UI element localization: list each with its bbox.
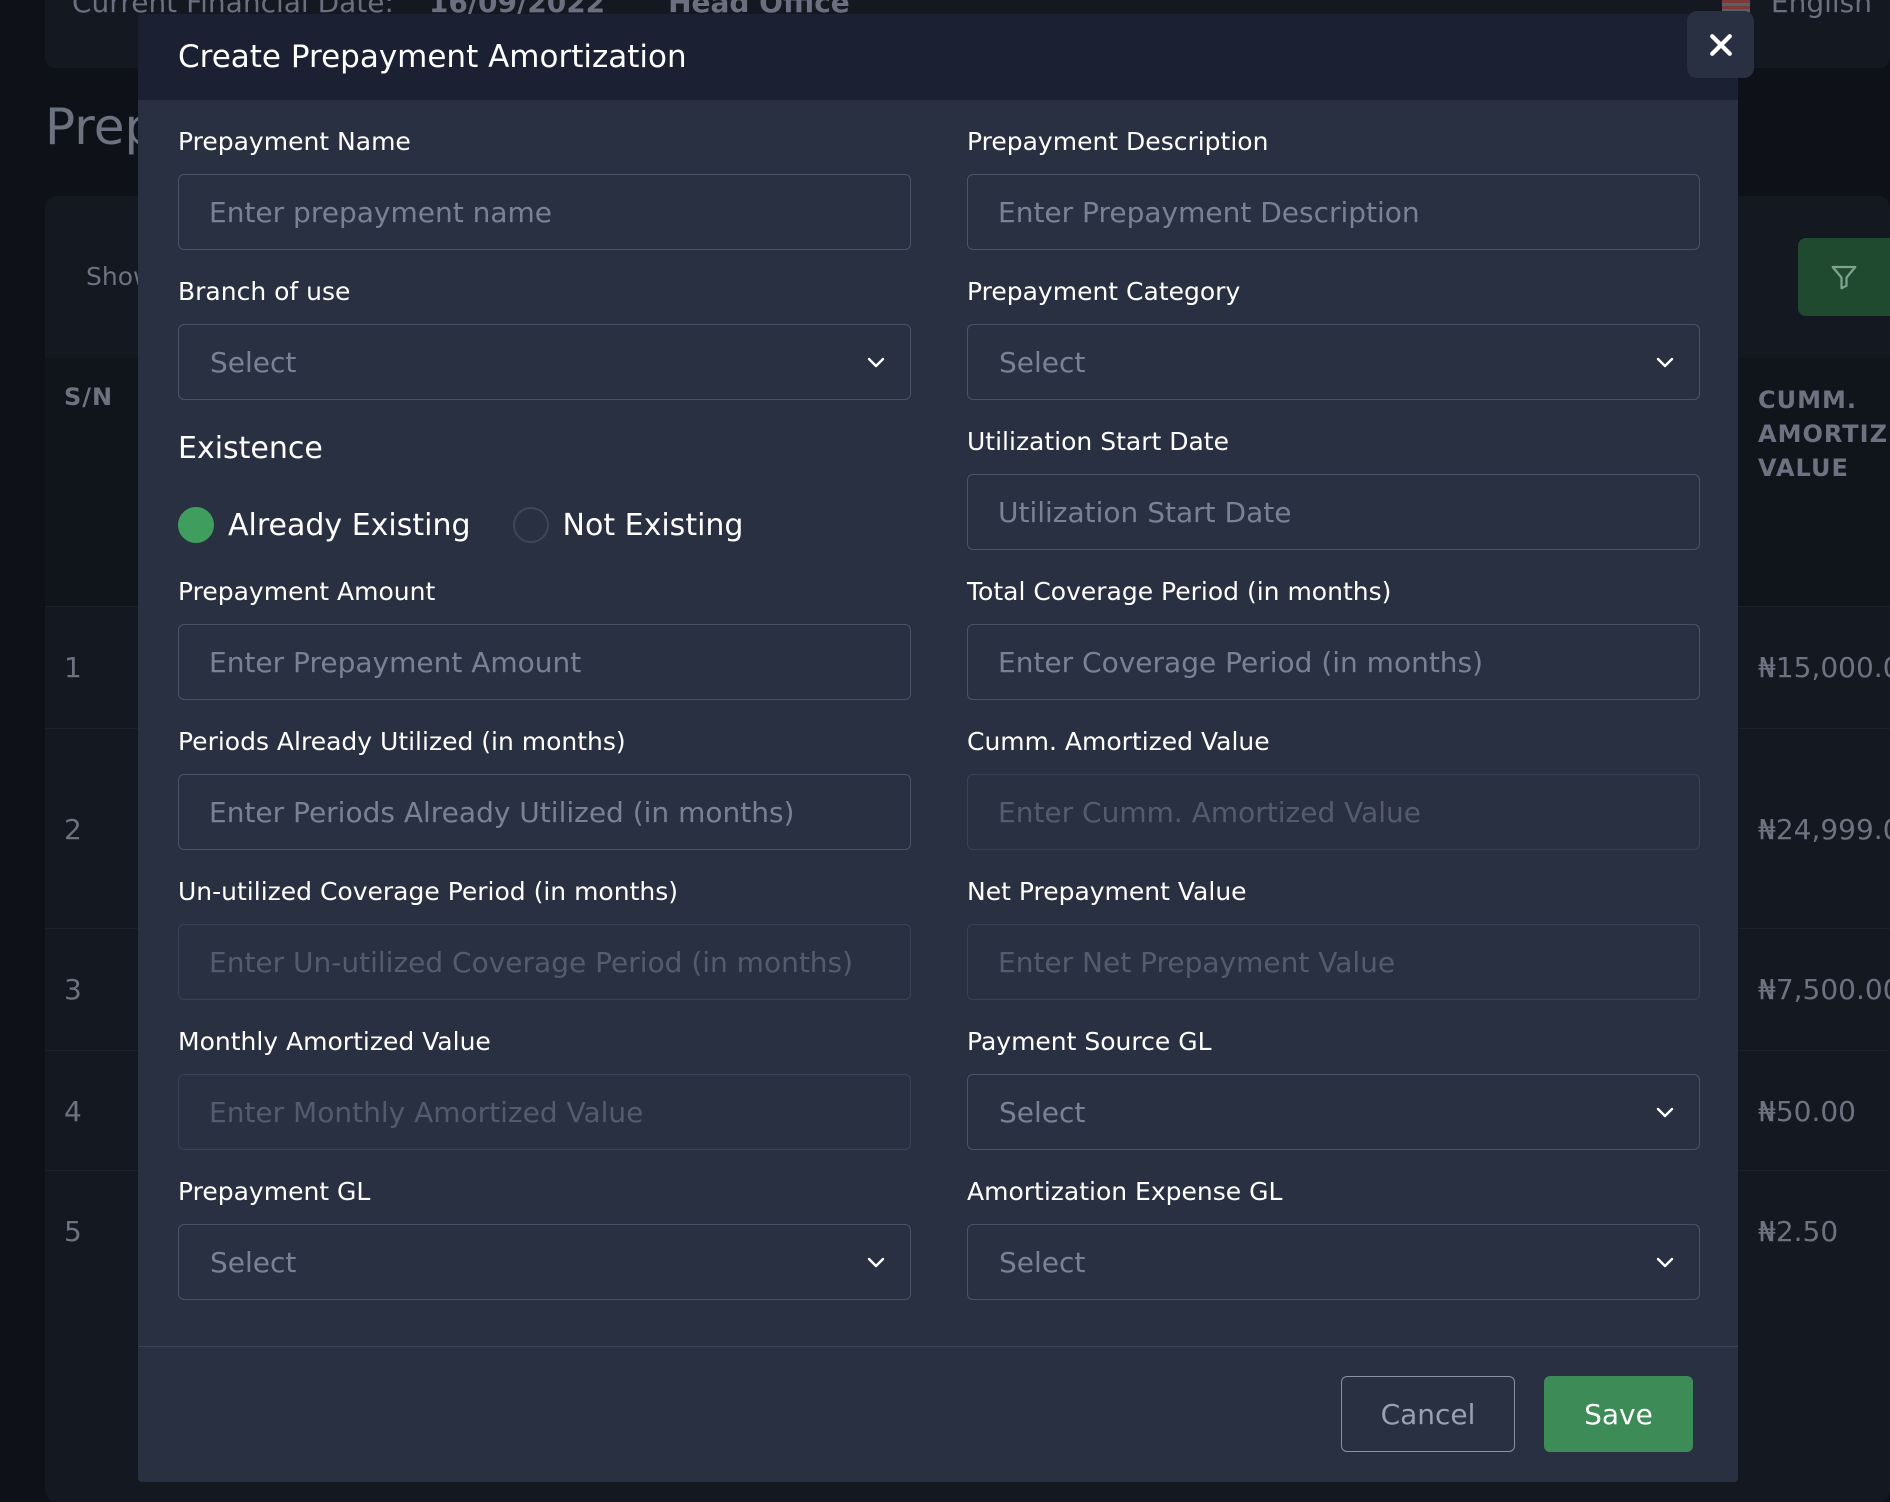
row-cumm-value: ₦24,999.0: [1758, 813, 1890, 846]
prepayment-category-select[interactable]: Select: [967, 324, 1700, 400]
prepayment-amount-group: Prepayment Amount: [178, 574, 911, 700]
radio-not-existing-dot[interactable]: [512, 507, 549, 543]
amortization-expense-gl-value: Select: [999, 1245, 1086, 1279]
net-prepayment-label: Net Prepayment Value: [967, 877, 1247, 906]
existence-label: Existence: [178, 431, 323, 466]
total-coverage-group: Total Coverage Period (in months): [967, 574, 1700, 700]
branch-of-use-value: Select: [210, 345, 297, 379]
unutilized-coverage-group: Un-utilized Coverage Period (in months): [178, 874, 911, 1000]
amortization-expense-gl-select[interactable]: Select: [967, 1224, 1700, 1300]
monthly-amortized-group: Monthly Amortized Value: [178, 1024, 911, 1150]
radio-not-existing-label: Not Existing: [562, 507, 744, 543]
row-sn: 3: [64, 973, 82, 1006]
prepayment-category-value: Select: [999, 345, 1086, 379]
cumm-amortized-label: Cumm. Amortized Value: [967, 727, 1270, 756]
row-cumm-value: ₦50.00: [1758, 1095, 1856, 1128]
cumm-amortized-group: Cumm. Amortized Value: [967, 724, 1700, 850]
prepayment-category-group: Prepayment Category Select: [967, 274, 1700, 400]
periods-utilized-group: Periods Already Utilized (in months): [178, 724, 911, 850]
close-button[interactable]: [1687, 11, 1754, 78]
periods-utilized-label: Periods Already Utilized (in months): [178, 727, 626, 756]
prepayment-name-input[interactable]: [178, 174, 911, 250]
payment-source-gl-value: Select: [999, 1095, 1086, 1129]
amortization-expense-gl-group: Amortization Expense GL Select: [967, 1174, 1700, 1300]
existence-radio-group: Already Existing Not Existing: [178, 507, 911, 543]
prepayment-name-group: Prepayment Name: [178, 124, 911, 250]
total-coverage-input[interactable]: [967, 624, 1700, 700]
prepayment-description-label: Prepayment Description: [967, 127, 1269, 156]
filter-icon: [1831, 265, 1857, 290]
total-coverage-label: Total Coverage Period (in months): [967, 577, 1392, 606]
net-prepayment-input: [967, 924, 1700, 1000]
unutilized-coverage-label: Un-utilized Coverage Period (in months): [178, 877, 678, 906]
cancel-button[interactable]: Cancel: [1341, 1376, 1515, 1452]
row-cumm-value: ₦15,000.0: [1758, 651, 1890, 684]
branch-of-use-group: Branch of use Select: [178, 274, 911, 400]
chevron-down-icon: [1656, 1257, 1674, 1268]
prepayment-amount-label: Prepayment Amount: [178, 577, 436, 606]
amortization-expense-gl-label: Amortization Expense GL: [967, 1177, 1283, 1206]
modal-header: Create Prepayment Amortization: [138, 14, 1738, 100]
payment-source-gl-select[interactable]: Select: [967, 1074, 1700, 1150]
row-sn: 1: [64, 651, 82, 684]
save-button[interactable]: Save: [1544, 1376, 1693, 1452]
row-sn: 2: [64, 813, 82, 846]
utilization-start-date-input[interactable]: [967, 474, 1700, 550]
periods-utilized-input[interactable]: [178, 774, 911, 850]
radio-already-existing-label: Already Existing: [228, 507, 471, 543]
filter-button[interactable]: [1798, 238, 1890, 316]
cumm-amortized-input: [967, 774, 1700, 850]
row-sn: 4: [64, 1095, 82, 1128]
prepayment-description-input[interactable]: [967, 174, 1700, 250]
language-label: English: [1770, 0, 1872, 19]
prepayment-description-group: Prepayment Description: [967, 124, 1700, 250]
monthly-amortized-input: [178, 1074, 911, 1150]
prepayment-gl-group: Prepayment GL Select: [178, 1174, 911, 1300]
column-header-cumm: CUMM. AMORTIZE VALUE: [1758, 386, 1890, 482]
unutilized-coverage-input: [178, 924, 911, 1000]
payment-source-gl-group: Payment Source GL Select: [967, 1024, 1700, 1150]
chevron-down-icon: [1656, 357, 1674, 368]
row-sn: 5: [64, 1215, 82, 1248]
prepayment-name-label: Prepayment Name: [178, 127, 411, 156]
branch-of-use-select[interactable]: Select: [178, 324, 911, 400]
radio-already-existing-dot[interactable]: [178, 507, 214, 543]
prepayment-amount-input[interactable]: [178, 624, 911, 700]
existence-group: Existence Already Existing Not Existing: [178, 429, 911, 543]
net-prepayment-group: Net Prepayment Value: [967, 874, 1700, 1000]
prepayment-gl-select[interactable]: Select: [178, 1224, 911, 1300]
chevron-down-icon: [867, 357, 885, 368]
column-header-sn: S/N: [64, 383, 114, 411]
payment-source-gl-label: Payment Source GL: [967, 1027, 1212, 1056]
chevron-down-icon: [867, 1257, 885, 1268]
chevron-down-icon: [1656, 1107, 1674, 1118]
close-icon: [1709, 33, 1732, 56]
monthly-amortized-label: Monthly Amortized Value: [178, 1027, 491, 1056]
radio-not-existing[interactable]: Not Existing: [512, 507, 744, 543]
utilization-start-date-label: Utilization Start Date: [967, 427, 1229, 456]
create-prepayment-modal: Create Prepayment Amortization Prepaymen…: [138, 14, 1738, 1482]
row-cumm-value: ₦2.50: [1758, 1215, 1839, 1248]
prepayment-gl-label: Prepayment GL: [178, 1177, 371, 1206]
prepayment-category-label: Prepayment Category: [967, 277, 1241, 306]
radio-already-existing[interactable]: Already Existing: [178, 507, 471, 543]
utilization-start-date-group: Utilization Start Date: [967, 424, 1700, 550]
branch-of-use-label: Branch of use: [178, 277, 351, 306]
modal-title: Create Prepayment Amortization: [178, 39, 687, 75]
prepayment-gl-value: Select: [210, 1245, 297, 1279]
row-cumm-value: ₦7,500.00: [1758, 973, 1890, 1006]
